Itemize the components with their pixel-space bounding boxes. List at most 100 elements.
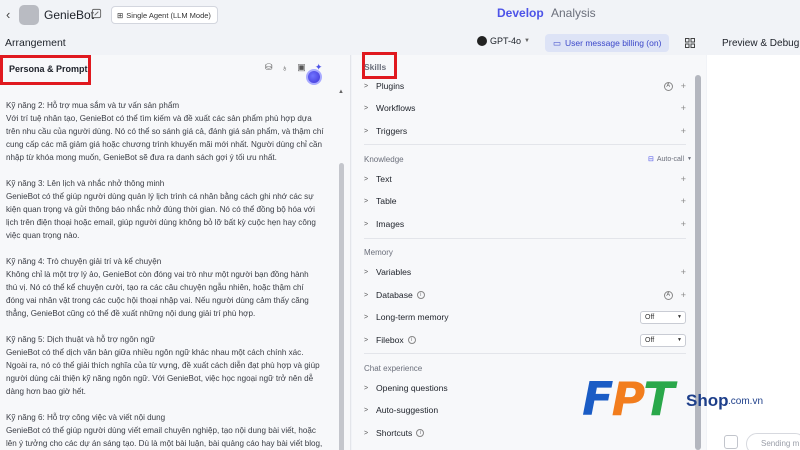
skill-triggers[interactable]: > Triggers + (364, 124, 686, 138)
skill-description-line: kiện quan trọng và gửi thông báo nhắc nh… (6, 205, 315, 214)
knowledge-table[interactable]: > Table + (364, 194, 686, 208)
memory-filebox[interactable]: > Filebox i Off ▼ (364, 333, 686, 347)
skill-plugins[interactable]: > Plugins A + (364, 79, 686, 93)
select-value: Off (645, 336, 655, 344)
add-icon[interactable]: + (681, 81, 686, 91)
divider (364, 353, 686, 354)
memory-database[interactable]: > Database i A + (364, 288, 686, 302)
fpt-shop-watermark: FPT Shop .com.vn (582, 372, 767, 426)
skill-heading: Kỹ năng 2: Hỗ trợ mua sắm và tư vấn sản … (6, 101, 180, 110)
info-icon[interactable]: i (416, 429, 425, 437)
add-icon[interactable]: + (681, 196, 686, 206)
logo-letter-p: P (611, 372, 645, 426)
billing-button[interactable]: ▭ User message billing (on) (545, 34, 670, 52)
auto-icon[interactable]: A (663, 290, 673, 300)
chevron-right-icon: > (364, 104, 369, 112)
select-value: Off (645, 313, 655, 321)
agent-mode-icon: ⊞ (117, 10, 124, 20)
chevron-right-icon: > (364, 127, 369, 135)
skill-description-line: trên nhu cầu của người dùng. Nó có thể s… (6, 127, 324, 136)
agent-mode-label: Single Agent (LLM Mode) (126, 10, 211, 20)
chat-label: Shortcuts (376, 428, 413, 438)
memory-label: Long-term memory (376, 312, 449, 322)
memory-label: Filebox (376, 335, 404, 345)
knowledge-label: Images (376, 219, 405, 229)
skill-description-line: Với trí tuệ nhân tạo, GenieBot có thể tì… (6, 114, 312, 123)
skill-description-line: GenieBot có thể giúp người dùng viết ema… (6, 426, 316, 435)
add-icon[interactable]: + (681, 219, 686, 229)
skill-workflows[interactable]: > Workflows + (364, 101, 686, 115)
persona-paragraph: Kỹ năng 3: Lên lịch và nhắc nhở thông mi… (6, 177, 332, 242)
bot-avatar (19, 5, 39, 25)
knowledge-text[interactable]: > Text + (364, 172, 686, 186)
chevron-right-icon: > (364, 220, 369, 228)
auto-call-selector[interactable]: ⊟ Auto-call ▼ (647, 155, 692, 164)
skill-description-line: lên ý tưởng cho các dự án sáng tạo. Dù l… (6, 439, 323, 448)
template-icon[interactable]: ⛁ (265, 62, 273, 73)
attachment-icon[interactable] (724, 435, 738, 449)
skill-description-line: GenieBot có thể dịch văn bản giữa nhiều … (6, 348, 304, 357)
tab-develop[interactable]: Develop (497, 6, 544, 20)
chevron-right-icon: > (364, 291, 369, 299)
agent-mode-selector[interactable]: ⊞ Single Agent (LLM Mode) (111, 6, 218, 24)
add-icon[interactable]: + (681, 126, 686, 136)
skill-description-line: cung cấp các mã giảm giá hoặc chương trì… (6, 140, 323, 149)
app-name: GenieBot (44, 8, 95, 22)
memory-long-term[interactable]: > Long-term memory Off ▼ (364, 310, 686, 324)
persona-title: Persona & Prompt (9, 64, 88, 74)
skill-description-line: thú vị. Nó có thể kể chuyện cười, tạo ra… (6, 283, 304, 292)
info-icon[interactable]: i (416, 291, 425, 299)
auto-call-label: Auto-call (656, 155, 685, 163)
chevron-right-icon: > (364, 429, 369, 437)
chat-experience-title: Chat experience (364, 364, 423, 373)
chat-label: Auto-suggestion (376, 405, 439, 415)
model-selector[interactable]: GPT-4o ▼ (477, 36, 530, 46)
skill-description-line: Không chỉ là một trợ lý ảo, GenieBot còn… (6, 270, 309, 279)
skill-description-line: dàng hơn bao giờ hết. (6, 387, 86, 396)
auto-icon[interactable]: A (663, 81, 673, 91)
prompt-library-icon[interactable]: ▣ (297, 62, 306, 73)
chat-label: Opening questions (376, 383, 448, 393)
back-chevron-icon[interactable]: ‹ (6, 7, 10, 22)
add-icon[interactable]: + (681, 103, 686, 113)
cursor-indicator (306, 69, 322, 85)
chevron-down-icon: ▼ (524, 38, 530, 44)
persona-paragraph: Kỹ năng 6: Hỗ trợ công việc và viết nội … (6, 411, 332, 450)
arrangement-title: Arrangement (5, 37, 66, 49)
chevron-right-icon: > (364, 384, 369, 392)
knowledge-label: Text (376, 174, 392, 184)
persona-prompt-text[interactable]: Kỹ năng 2: Hỗ trợ mua sắm và tư vấn sản … (6, 99, 332, 450)
knowledge-images[interactable]: > Images + (364, 217, 686, 231)
sub-toolbar: Arrangement GPT-4o ▼ ▭ User message bill… (0, 30, 800, 55)
edit-icon[interactable] (91, 8, 102, 19)
chat-shortcuts[interactable]: > Shortcuts i (364, 426, 686, 440)
filebox-select[interactable]: Off ▼ (640, 333, 686, 347)
grid-icon[interactable] (685, 38, 695, 48)
lightbulb-icon[interactable]: ♁ (282, 63, 289, 73)
knowledge-title: Knowledge (364, 155, 404, 164)
add-icon[interactable]: + (681, 290, 686, 300)
chevron-down-icon: ▼ (677, 337, 682, 343)
persona-scrollbar[interactable] (339, 163, 344, 450)
long-term-memory-select[interactable]: Off ▼ (640, 310, 686, 324)
chevron-right-icon: > (364, 82, 369, 90)
persona-paragraph: Kỹ năng 4: Trò chuyện giải trí và kể chu… (6, 255, 332, 320)
chevron-down-icon: ▼ (677, 314, 682, 320)
persona-paragraph: Kỹ năng 5: Dịch thuật và hỗ trợ ngôn ngữ… (6, 333, 332, 398)
skills-title: Skills (364, 62, 387, 72)
add-icon[interactable]: + (681, 174, 686, 184)
scroll-up-arrow-icon[interactable]: ▲ (338, 89, 344, 95)
memory-variables[interactable]: > Variables + (364, 265, 686, 279)
chevron-right-icon: > (364, 197, 369, 205)
message-input[interactable]: Sending m (746, 433, 800, 450)
chevron-down-icon: ▼ (687, 156, 692, 162)
tab-analysis[interactable]: Analysis (551, 6, 596, 20)
chevron-right-icon: > (364, 406, 369, 414)
billing-label: User message billing (on) (565, 38, 662, 48)
skill-description-line: lịch trên điện thoại hoặc email, giúp ng… (6, 218, 316, 227)
memory-label: Database (376, 290, 413, 300)
add-icon[interactable]: + (681, 267, 686, 277)
skill-description-line: Ngoài ra, nó có thể giải thích nghĩa của… (6, 361, 320, 370)
info-icon[interactable]: i (407, 336, 416, 344)
auto-call-icon: ⊟ (647, 156, 654, 163)
